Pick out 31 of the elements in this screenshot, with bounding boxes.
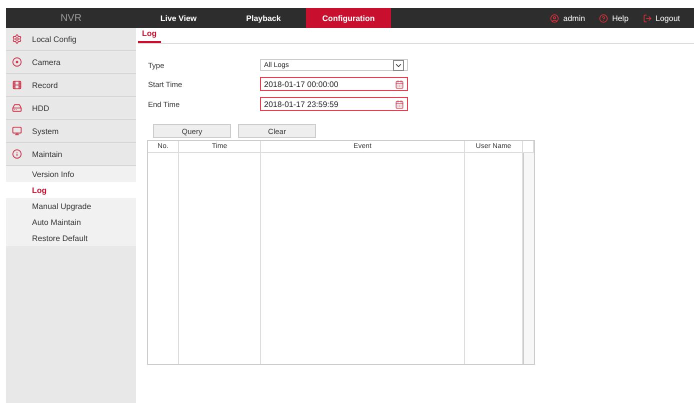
date-field[interactable]: 2018-01-17 00:00:00 (260, 77, 408, 91)
sidebar-item[interactable]: HDD (6, 97, 136, 120)
nav-tab[interactable]: Playback (221, 8, 306, 28)
nav-tab[interactable]: Live View (136, 8, 221, 28)
sidebar-subitem[interactable]: Log (6, 182, 136, 198)
user-icon[interactable] (550, 14, 560, 22)
header-link[interactable]: Logout (656, 14, 680, 22)
sidebar-item[interactable]: Local Config (6, 28, 136, 51)
help-icon[interactable] (599, 14, 608, 22)
nav-tab[interactable]: Configuration (306, 8, 391, 28)
logout-icon[interactable] (642, 14, 652, 22)
logo-text: NVR (59, 12, 83, 26)
system-icon (12, 126, 22, 136)
sidebar-subitem[interactable]: Restore Default (6, 230, 136, 246)
gear-icon (12, 34, 22, 44)
info-icon (12, 149, 22, 159)
calendar-icon[interactable] (395, 80, 404, 88)
calendar-icon[interactable] (395, 100, 404, 108)
sidebar-item[interactable]: Record (6, 74, 136, 97)
header-link[interactable]: Help (612, 14, 629, 22)
sidebar-subitem[interactable]: Manual Upgrade (6, 198, 136, 214)
date-field[interactable]: 2018-01-17 23:59:59 (260, 97, 408, 111)
chevron-down-icon (393, 60, 404, 70)
sidebar-subitem[interactable]: Auto Maintain (6, 214, 136, 230)
sidebar-item[interactable]: System (6, 120, 136, 143)
hdd-icon (12, 103, 22, 113)
log-tab[interactable]: Log (138, 29, 161, 43)
sidebar-subitem[interactable]: Version Info (6, 166, 136, 182)
sidebar-item[interactable]: Camera (6, 51, 136, 74)
scrollbar[interactable] (523, 153, 534, 364)
header-link[interactable]: admin (563, 14, 586, 22)
